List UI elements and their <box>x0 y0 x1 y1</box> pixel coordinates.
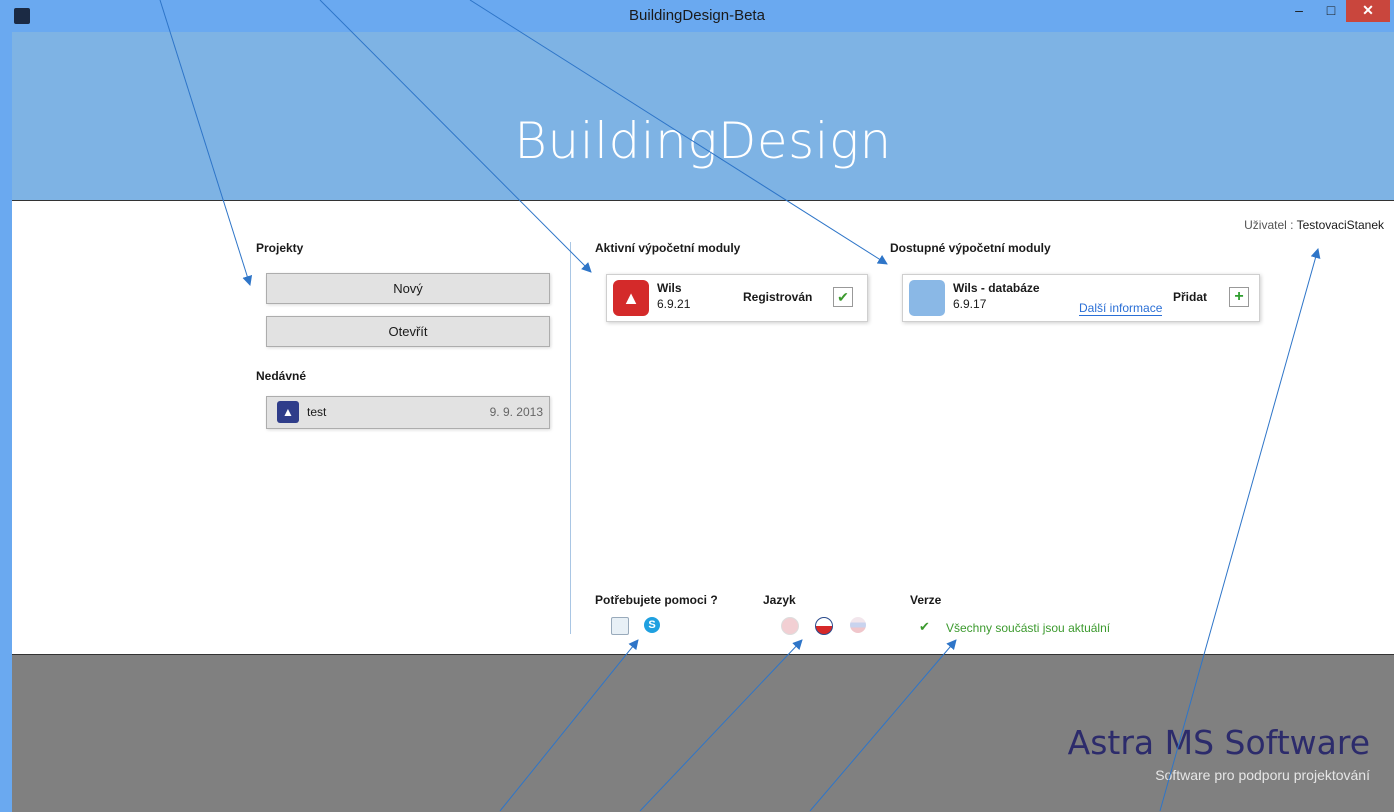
module-name: Wils - databáze <box>953 281 1040 295</box>
close-button[interactable]: ✕ <box>1346 0 1390 22</box>
slovak-flag-icon[interactable] <box>850 617 866 633</box>
user-info: Uživatel : TestovaciStanek <box>1244 218 1384 232</box>
module-version: 6.9.21 <box>657 297 691 311</box>
project-icon: ▲ <box>277 401 299 423</box>
module-version: 6.9.17 <box>953 297 987 311</box>
brand-title: BuildingDesign <box>514 112 892 170</box>
email-support-icon[interactable] <box>611 617 629 635</box>
recent-project-item[interactable]: ▲ test 9. 9. 2013 <box>266 396 550 429</box>
header-band: BuildingDesign <box>12 32 1394 201</box>
active-modules-title: Aktivní výpočetní moduly <box>595 241 741 255</box>
version-title: Verze <box>910 593 942 607</box>
new-project-button[interactable]: Nový <box>266 273 550 304</box>
available-modules-title: Dostupné výpočetní moduly <box>890 241 1051 255</box>
recent-title: Nedávné <box>256 369 307 383</box>
user-name: TestovaciStanek <box>1296 218 1384 232</box>
czech-flag-icon[interactable] <box>815 617 833 635</box>
company-tagline: Software pro podporu projektování <box>1155 767 1370 783</box>
user-label: Uživatel : <box>1244 218 1294 232</box>
open-project-button[interactable]: Otevřít <box>266 316 550 347</box>
recent-project-date: 9. 9. 2013 <box>489 405 543 419</box>
add-module-button[interactable]: + <box>1229 287 1249 307</box>
database-module-icon <box>909 280 945 316</box>
version-status: Všechny součásti jsou aktuální <box>946 621 1111 635</box>
check-icon: ✔ <box>919 619 930 634</box>
skype-icon[interactable]: S <box>644 617 660 633</box>
language-title: Jazyk <box>763 593 796 607</box>
window-title: BuildingDesign-Beta <box>629 7 765 24</box>
vertical-divider <box>570 242 571 634</box>
registered-check-icon: ✔ <box>833 287 853 307</box>
company-name: Astra MS Software <box>1067 723 1370 762</box>
help-title: Potřebujete pomoci ? <box>595 593 718 607</box>
module-name: Wils <box>657 281 682 295</box>
english-flag-icon[interactable] <box>781 617 799 635</box>
title-bar: BuildingDesign-Beta – □ ✕ <box>0 0 1394 32</box>
module-status: Registrován <box>743 290 813 304</box>
main-window: BuildingDesign Uživatel : TestovaciStane… <box>12 32 1394 812</box>
maximize-button[interactable]: □ <box>1318 0 1344 22</box>
available-module-card: Wils - databáze 6.9.17 Další informace P… <box>902 274 1260 322</box>
add-module-label: Přidat <box>1173 290 1208 304</box>
projects-title: Projekty <box>256 241 304 255</box>
active-module-card[interactable]: ▲ Wils 6.9.21 Registrován ✔ <box>606 274 868 322</box>
footer-band: Astra MS Software Software pro podporu p… <box>12 654 1394 812</box>
more-info-link[interactable]: Další informace <box>1079 302 1163 316</box>
wils-module-icon: ▲ <box>613 280 649 316</box>
recent-project-name: test <box>307 405 327 419</box>
minimize-button[interactable]: – <box>1286 0 1312 22</box>
